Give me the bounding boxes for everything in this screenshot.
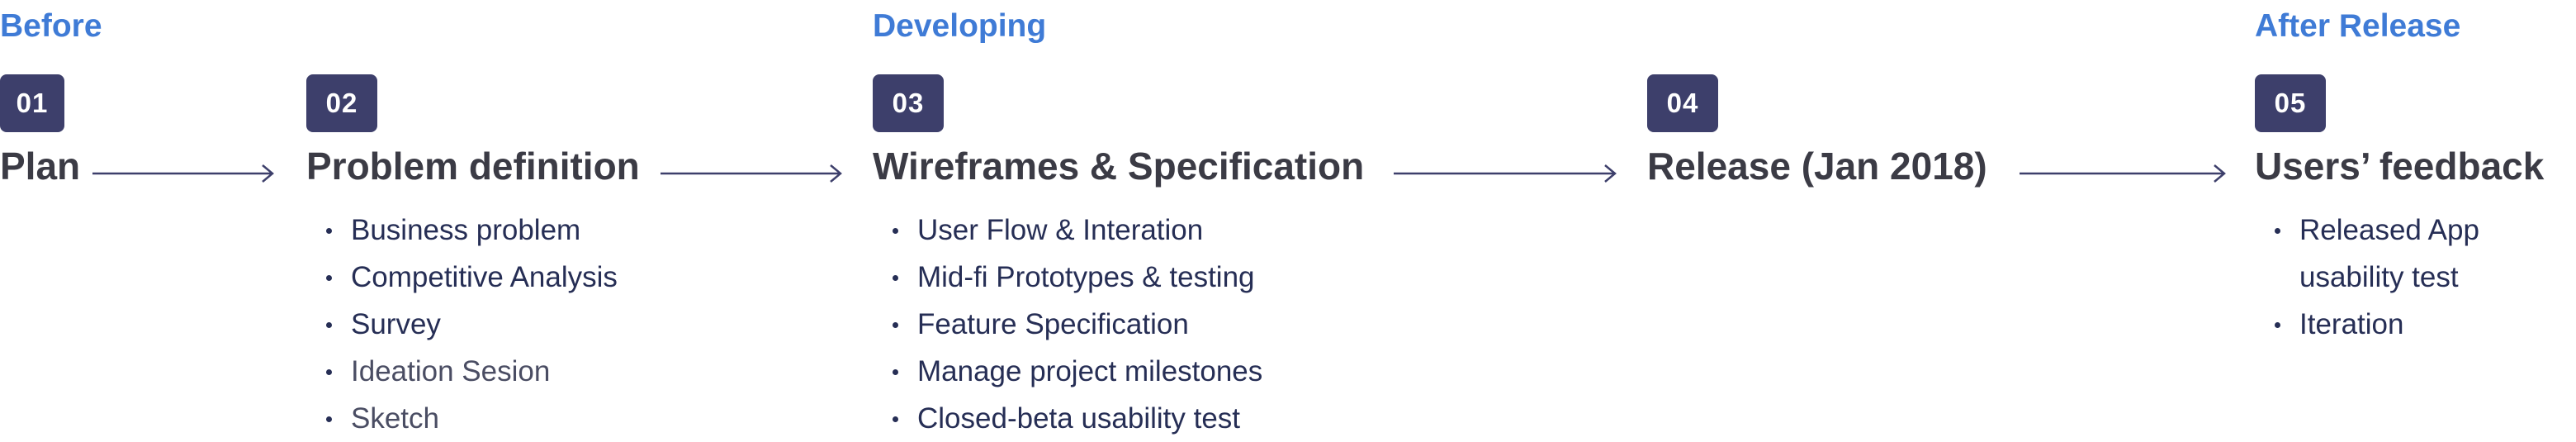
step-items-list: Business problem Competitive Analysis Su… bbox=[326, 207, 618, 442]
step-title: Wireframes & Specification bbox=[873, 145, 1365, 188]
step-title: Plan bbox=[0, 145, 81, 188]
list-item: Competitive Analysis bbox=[326, 254, 618, 301]
list-item: Released App bbox=[2275, 207, 2479, 254]
step-2: 02 Problem definition Business problem C… bbox=[306, 74, 640, 435]
step-number-badge: 02 bbox=[306, 74, 377, 132]
step-1: 01 Plan bbox=[0, 74, 80, 185]
phase-label-before: Before bbox=[0, 8, 102, 44]
list-item: Ideation Sesion bbox=[326, 348, 618, 395]
list-item: Manage project milestones bbox=[893, 348, 1262, 395]
list-item: Survey bbox=[326, 301, 618, 348]
list-item: Iteration bbox=[2275, 301, 2479, 348]
step-items-list: User Flow & Interation Mid-fi Prototypes… bbox=[893, 207, 1262, 442]
list-item: Mid-fi Prototypes & testing bbox=[893, 254, 1262, 301]
step-title: Users’ feedback bbox=[2255, 145, 2545, 188]
arrow-connector bbox=[2020, 164, 2226, 183]
list-item: Business problem bbox=[326, 207, 618, 254]
list-item: Feature Specification bbox=[893, 301, 1262, 348]
phase-label-developing: Developing bbox=[873, 8, 1047, 44]
step-title: Release (Jan 2018) bbox=[1647, 145, 1987, 188]
list-item: User Flow & Interation bbox=[893, 207, 1262, 254]
list-item: Closed-beta usability test bbox=[893, 395, 1262, 442]
step-number-badge: 01 bbox=[0, 74, 64, 132]
step-3: 03 Wireframes & Specification User Flow … bbox=[873, 74, 1364, 435]
step-items-list: Released App usability test Iteration bbox=[2275, 207, 2479, 348]
step-number-badge: 05 bbox=[2255, 74, 2326, 132]
arrow-connector bbox=[1394, 164, 1617, 183]
step-number-badge: 04 bbox=[1647, 74, 1718, 132]
arrow-connector bbox=[661, 164, 842, 183]
step-number-badge: 03 bbox=[873, 74, 944, 132]
arrow-connector bbox=[92, 164, 274, 183]
step-5: 05 Users’ feedback Released App usabilit… bbox=[2255, 74, 2544, 340]
list-item: Sketch bbox=[326, 395, 618, 442]
phase-label-after-release: After Release bbox=[2255, 8, 2461, 44]
step-4: 04 Release (Jan 2018) bbox=[1647, 74, 1987, 185]
list-item-continuation: usability test bbox=[2299, 261, 2459, 293]
step-title: Problem definition bbox=[306, 145, 640, 188]
